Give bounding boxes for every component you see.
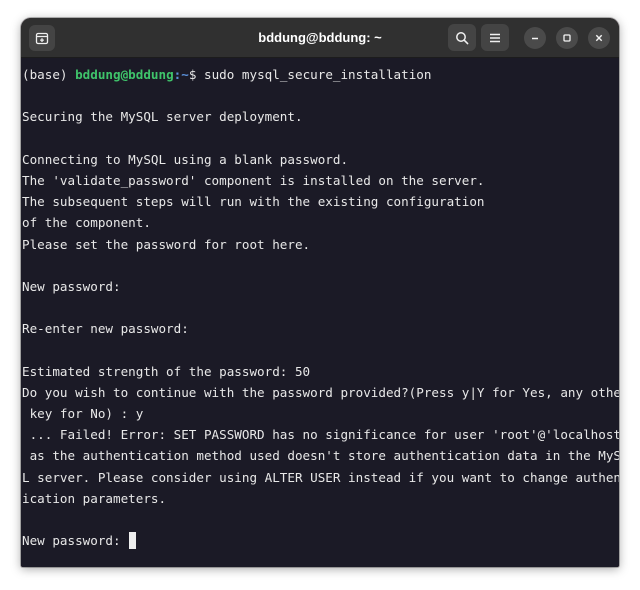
close-icon: [595, 34, 603, 42]
output-line: Re-enter new password:: [22, 321, 189, 337]
output-line: key for No) : y: [22, 406, 144, 421]
hamburger-menu-icon: [490, 33, 500, 42]
current-prompt: New password:: [22, 533, 129, 549]
title-bar[interactable]: bddung@bddung: ~: [21, 18, 619, 58]
output-line: Connecting to MySQL using a blank passwo…: [22, 151, 349, 167]
output-line: Please set the password for root here.: [22, 236, 311, 252]
output-line: as the authentication method used doesn'…: [22, 448, 619, 464]
maximize-button[interactable]: [556, 27, 578, 49]
output-line: of the component.: [22, 215, 151, 231]
new-tab-button[interactable]: [29, 25, 55, 51]
terminal-window: bddung@bddung: ~ (base) bddung@bddung:~$…: [21, 18, 619, 567]
search-icon: [456, 31, 469, 44]
search-button[interactable]: [448, 24, 476, 51]
output-line: The 'validate_password' component is ins…: [22, 172, 485, 188]
output-line: The subsequent steps will run with the e…: [22, 194, 485, 210]
current-prompt-line[interactable]: New password:: [22, 530, 619, 551]
output-line: Estimated strength of the password: 50: [22, 363, 311, 379]
prompt-line: (base) bddung@bddung:~$ sudo mysql_secur…: [22, 64, 619, 85]
text-cursor[interactable]: [129, 532, 137, 550]
menu-button[interactable]: [481, 24, 509, 51]
output-line: ication parameters.: [22, 490, 167, 506]
output-line: New password:: [22, 278, 121, 294]
minimize-button[interactable]: [524, 27, 546, 49]
prompt-user-host: bddung@bddung: [75, 67, 174, 82]
output-line: L server. Please consider using ALTER US…: [22, 469, 619, 485]
maximize-icon: [563, 34, 571, 42]
output-line: Do you wish to continue with the passwor…: [22, 384, 619, 400]
output-line: Securing the MySQL server deployment.: [22, 109, 303, 125]
new-tab-icon: [35, 32, 49, 45]
prompt-symbol: $: [188, 67, 204, 82]
close-button[interactable]: [588, 27, 610, 49]
minimize-icon: [532, 37, 538, 40]
prompt-command: sudo mysql_secure_installation: [204, 67, 432, 82]
conda-env: (base): [22, 67, 76, 82]
terminal-text[interactable]: (base) bddung@bddung:~$ sudo mysql_secur…: [21, 58, 619, 551]
terminal-output[interactable]: (base) bddung@bddung:~$ sudo mysql_secur…: [21, 58, 619, 567]
output-line: ... Failed! Error: SET PASSWORD has no s…: [22, 427, 619, 443]
prompt-path: :~: [173, 67, 189, 82]
